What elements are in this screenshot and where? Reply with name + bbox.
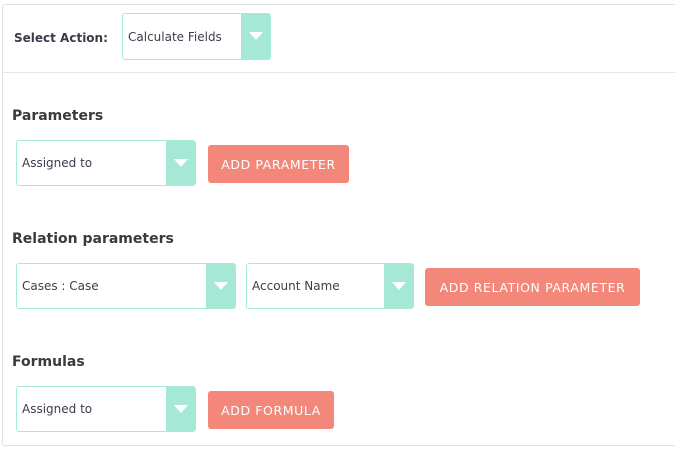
action-select-value: Calculate Fields xyxy=(128,29,222,44)
action-row: Select Action: Calculate Fields xyxy=(3,5,675,73)
formula-select-value: Assigned to xyxy=(22,402,93,416)
chevron-down-icon[interactable] xyxy=(166,387,195,431)
add-relation-parameter-button[interactable]: ADD RELATION PARAMETER xyxy=(425,268,640,306)
relation-module-select-value: Cases : Case xyxy=(22,279,99,293)
parameters-heading: Parameters xyxy=(12,108,104,124)
relation-field-select-value: Account Name xyxy=(252,279,340,293)
formulas-heading: Formulas xyxy=(12,354,85,370)
action-select[interactable]: Calculate Fields xyxy=(122,13,271,60)
chevron-down-icon[interactable] xyxy=(241,14,270,59)
add-formula-button[interactable]: ADD FORMULA xyxy=(208,391,334,429)
formula-select[interactable]: Assigned to xyxy=(16,386,196,432)
chevron-down-icon[interactable] xyxy=(206,264,235,308)
calculate-fields-panel: Select Action: Calculate Fields Paramete… xyxy=(2,4,675,446)
parameter-select[interactable]: Assigned to xyxy=(16,140,196,186)
relation-module-select[interactable]: Cases : Case xyxy=(16,263,236,309)
select-action-label: Select Action: xyxy=(14,31,108,45)
relation-parameters-heading: Relation parameters xyxy=(12,231,174,247)
add-parameter-button[interactable]: ADD PARAMETER xyxy=(208,145,349,183)
relation-field-select[interactable]: Account Name xyxy=(246,263,414,309)
chevron-down-icon[interactable] xyxy=(166,141,195,185)
parameter-select-value: Assigned to xyxy=(22,156,93,170)
chevron-down-icon[interactable] xyxy=(384,264,413,308)
